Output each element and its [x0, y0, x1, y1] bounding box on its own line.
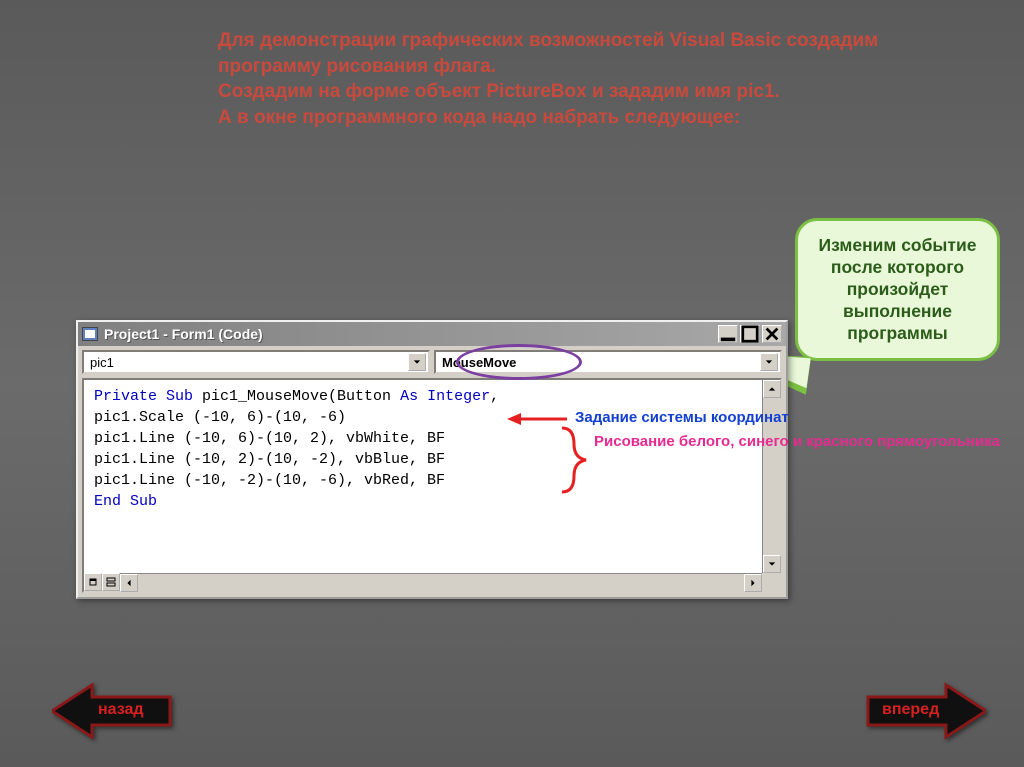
scroll-down-icon[interactable]: [763, 555, 781, 573]
maximize-button[interactable]: [740, 325, 760, 343]
header-line2: Создадим на форме объект PictureBox и за…: [218, 81, 780, 102]
header-line3: А в окне программного кода надо набрать …: [218, 107, 740, 128]
dropdown-arrow-icon: [408, 353, 426, 371]
brace-icon: [558, 426, 588, 494]
annotation-coordinates: Задание системы координат: [575, 409, 789, 426]
arrow-annotation-icon: [507, 411, 567, 427]
procedure-view-button[interactable]: [84, 573, 102, 591]
minimize-button[interactable]: [718, 325, 738, 343]
code-window: Project1 - Form1 (Code) pic1 MouseMove: [76, 320, 788, 599]
scroll-up-icon[interactable]: [763, 380, 781, 398]
object-dropdown[interactable]: pic1: [82, 350, 430, 374]
callout-bubble: Изменим событие после которого произойде…: [795, 218, 1000, 361]
scroll-right-icon[interactable]: [744, 574, 762, 592]
scroll-left-icon[interactable]: [120, 574, 138, 592]
annotation-rectangles: Рисование белого, синего и красного прям…: [594, 432, 1000, 452]
close-button[interactable]: [762, 325, 782, 343]
nav-forward-button[interactable]: вперед: [866, 681, 986, 741]
window-title: Project1 - Form1 (Code): [104, 326, 263, 342]
horizontal-scrollbar[interactable]: [84, 573, 762, 591]
view-split-buttons: [84, 573, 120, 591]
object-dropdown-value: pic1: [90, 355, 114, 370]
event-dropdown-value: MouseMove: [442, 355, 516, 370]
window-icon: [82, 327, 98, 341]
callout-text: Изменим событие после которого произойде…: [819, 235, 977, 343]
full-module-view-button[interactable]: [102, 573, 120, 591]
nav-back-button[interactable]: назад: [52, 681, 172, 741]
slide-header: Для демонстрации графических возможносте…: [218, 28, 938, 131]
header-line1: Для демонстрации графических возможносте…: [218, 30, 878, 77]
dropdown-arrow-icon: [760, 353, 778, 371]
event-dropdown[interactable]: MouseMove: [434, 350, 782, 374]
scrollbar-corner: [762, 573, 780, 591]
titlebar: Project1 - Form1 (Code): [78, 322, 786, 346]
